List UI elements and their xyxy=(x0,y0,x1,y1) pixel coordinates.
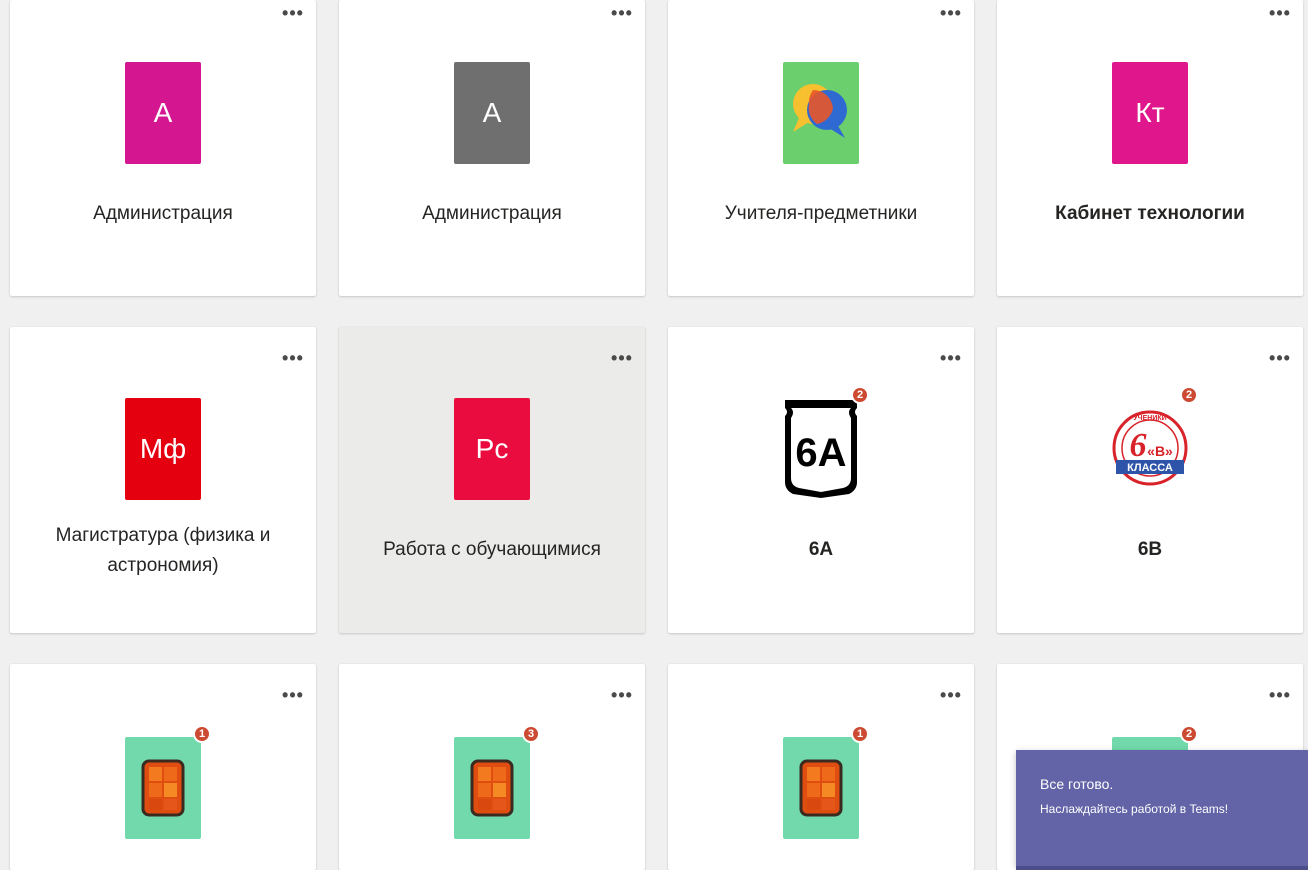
toast-bottom-edge xyxy=(1016,866,1308,870)
team-avatar: Мф xyxy=(125,398,201,500)
more-options-icon[interactable]: ••• xyxy=(611,349,633,367)
more-options-icon[interactable]: ••• xyxy=(1269,686,1291,704)
emblem-top-text: УЧЕНИКИ xyxy=(1133,415,1166,422)
toast-notification[interactable]: Все готово. Наслаждайтесь работой в Team… xyxy=(1016,750,1308,870)
team-card-10[interactable]: ••• 3 xyxy=(339,664,645,870)
emblem-bottom-text: КЛАССА xyxy=(1127,462,1173,474)
team-avatar: 6A 2 xyxy=(783,386,869,500)
toast-title: Все готово. xyxy=(1040,776,1114,792)
team-name: Магистратура (физика и астрономия) xyxy=(55,525,271,576)
team-avatar: 3 xyxy=(454,725,540,839)
more-options-icon[interactable]: ••• xyxy=(940,4,962,22)
team-name: Учителя-предметники xyxy=(724,203,918,224)
emblem-number: 6 xyxy=(1130,427,1147,464)
shield-6a-icon: 6A xyxy=(785,400,857,498)
shield-6a-label: 6A xyxy=(795,431,846,475)
more-options-icon[interactable]: ••• xyxy=(282,4,304,22)
more-options-icon[interactable]: ••• xyxy=(282,686,304,704)
more-options-icon[interactable]: ••• xyxy=(1269,349,1291,367)
emblem-letter: «В» xyxy=(1147,443,1173,459)
more-options-icon[interactable]: ••• xyxy=(611,686,633,704)
notification-badge: 2 xyxy=(1180,386,1198,404)
team-name: Работа с обучающимися xyxy=(383,539,601,560)
chat-bubbles-icon xyxy=(793,84,847,138)
team-card-administration-1[interactable]: ••• А Администрация xyxy=(10,0,316,296)
team-avatar: 1 xyxy=(783,725,869,839)
team-card-9[interactable]: ••• 1 xyxy=(10,664,316,870)
more-options-icon[interactable]: ••• xyxy=(611,4,633,22)
notification-badge: 2 xyxy=(1180,725,1198,743)
orange-square-icon xyxy=(799,759,843,817)
team-avatar: УЧЕНИКИ 6 «В» КЛАССА 2 xyxy=(1112,386,1198,500)
team-name: 6В xyxy=(1137,539,1163,560)
notification-badge: 1 xyxy=(193,725,211,743)
team-avatar: А xyxy=(125,62,201,164)
team-card-technology-room[interactable]: ••• Кт Кабинет технологии xyxy=(997,0,1303,296)
team-avatar xyxy=(783,62,859,164)
more-options-icon[interactable]: ••• xyxy=(940,686,962,704)
team-card-11[interactable]: ••• 1 xyxy=(668,664,974,870)
badge-6v-icon: УЧЕНИКИ 6 «В» КЛАССА xyxy=(1112,410,1188,486)
team-card-6v[interactable]: ••• УЧЕНИКИ 6 «В» КЛАССА 2 6В xyxy=(997,327,1303,633)
orange-square-icon xyxy=(141,759,185,817)
teams-grid: ••• А Администрация ••• А Администрация … xyxy=(0,0,1308,870)
team-card-administration-2[interactable]: ••• А Администрация xyxy=(339,0,645,296)
notification-badge: 3 xyxy=(522,725,540,743)
more-options-icon[interactable]: ••• xyxy=(1269,4,1291,22)
team-name: Администрация xyxy=(422,203,562,224)
team-avatar: А xyxy=(454,62,530,164)
toast-body: Наслаждайтесь работой в Teams! xyxy=(1040,802,1229,816)
notification-badge: 2 xyxy=(851,386,869,404)
team-avatar: Кт xyxy=(1112,62,1188,164)
team-card-6a[interactable]: ••• 6A 2 6А xyxy=(668,327,974,633)
team-avatar: Рс xyxy=(454,398,530,500)
team-name: Кабинет технологии xyxy=(1055,203,1245,224)
orange-square-icon xyxy=(470,759,514,817)
notification-badge: 1 xyxy=(851,725,869,743)
team-card-masters-physics[interactable]: ••• Мф Магистратура (физика и астрономия… xyxy=(10,327,316,633)
team-card-work-with-students[interactable]: ••• Рс Работа с обучающимися xyxy=(339,327,645,633)
team-avatar: 1 xyxy=(125,725,211,839)
more-options-icon[interactable]: ••• xyxy=(282,349,304,367)
team-name: 6А xyxy=(808,539,834,560)
team-name: Администрация xyxy=(93,203,233,224)
more-options-icon[interactable]: ••• xyxy=(940,349,962,367)
team-card-subject-teachers[interactable]: ••• Учителя-предметники xyxy=(668,0,974,296)
